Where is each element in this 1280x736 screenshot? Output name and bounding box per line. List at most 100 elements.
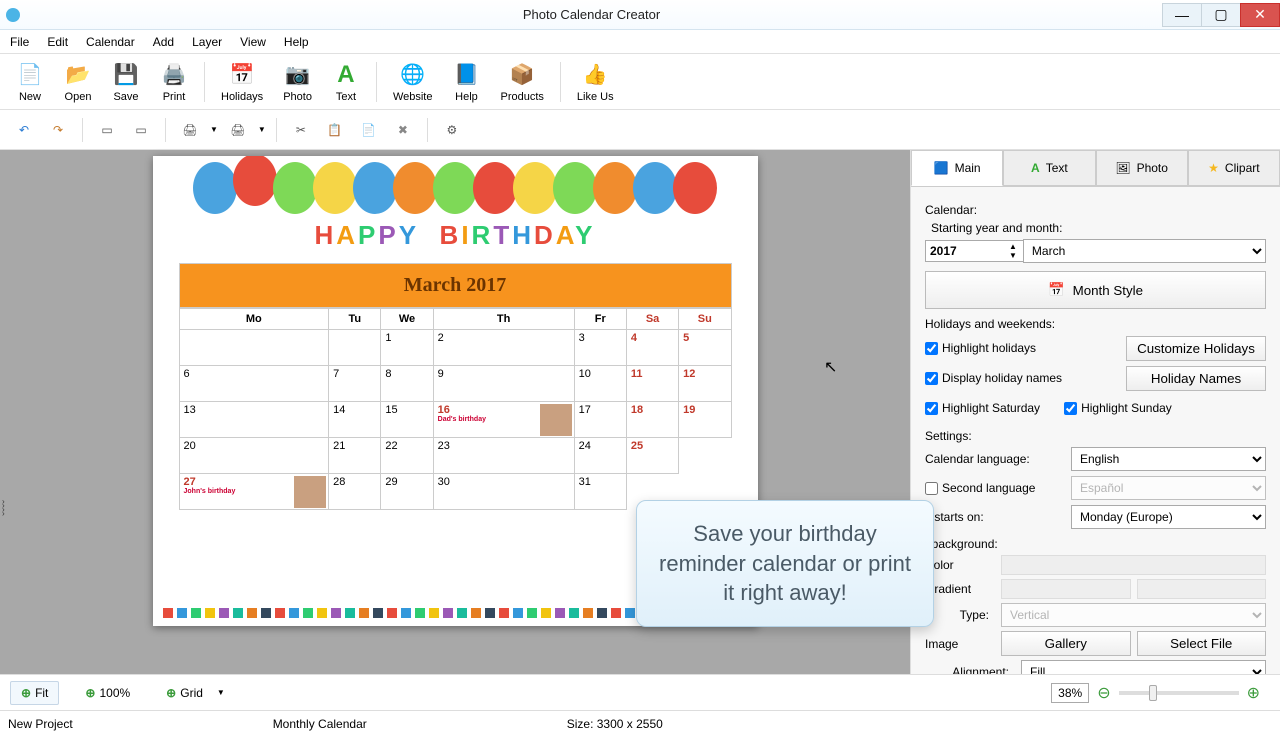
highlight-saturday-checkbox[interactable]	[925, 402, 938, 415]
plus-icon: ⊕	[166, 686, 176, 700]
print-icon: 🖨️	[160, 61, 188, 89]
color-label: Color	[925, 558, 995, 572]
open-button[interactable]: 📂Open	[56, 59, 100, 105]
holidays-button[interactable]: 📅Holidays	[213, 59, 271, 105]
zoom-out-button[interactable]: ⊖	[1097, 683, 1110, 703]
starting-label: Starting year and month:	[931, 221, 1266, 235]
display-holiday-names-checkbox[interactable]	[925, 372, 938, 385]
copy-button[interactable]: 📋	[321, 116, 349, 144]
new-button[interactable]: 📄New	[8, 59, 52, 105]
gallery-button[interactable]: Gallery	[1001, 631, 1131, 656]
tab-text[interactable]: AText	[1003, 150, 1095, 186]
save-button[interactable]: 💾Save	[104, 59, 148, 105]
background-section-label: t background:	[925, 537, 1266, 551]
calendar-month-header: March 2017	[179, 263, 732, 308]
menu-add[interactable]: Add	[149, 33, 178, 51]
zoom-value: 38%	[1051, 683, 1089, 703]
save-icon: 💾	[112, 61, 140, 89]
menu-view[interactable]: View	[236, 33, 270, 51]
calendar-icon: 📅	[1048, 282, 1065, 298]
cut-button[interactable]: ✂	[287, 116, 315, 144]
print-small-button[interactable]: 🖨	[176, 116, 204, 144]
maximize-button[interactable]: ▢	[1201, 3, 1241, 27]
app-icon	[6, 8, 20, 22]
page-next-button[interactable]: ▭	[127, 116, 155, 144]
settings-button[interactable]: ⚙	[438, 116, 466, 144]
gradient-label: Gradient	[925, 582, 995, 596]
zoom-toolbar: ⊕Fit ⊕100% ⊕Grid▼ 38% ⊖ ⊕	[0, 674, 1280, 710]
tab-clipart[interactable]: ★Clipart	[1188, 150, 1280, 186]
menu-help[interactable]: Help	[280, 33, 313, 51]
fit-button[interactable]: ⊕Fit	[10, 681, 59, 705]
holiday-names-button[interactable]: Holiday Names	[1126, 366, 1266, 391]
print-button[interactable]: 🖨️Print	[152, 59, 196, 105]
photo-button[interactable]: 📷Photo	[275, 59, 320, 105]
paste-button[interactable]: 📄	[355, 116, 383, 144]
zoom-100-button[interactable]: ⊕100%	[75, 682, 140, 704]
plus-icon: ⊕	[85, 686, 95, 700]
zoom-slider[interactable]	[1119, 691, 1239, 695]
alignment-select[interactable]: Fill	[1021, 660, 1266, 674]
customize-holidays-button[interactable]: Customize Holidays	[1126, 336, 1266, 361]
edit-toolbar: ↶ ↷ ▭ ▭ 🖨 ▼ 🖨 ▼ ✂ 📋 📄 ✖ ⚙	[0, 110, 1280, 150]
text-icon: A	[1031, 161, 1040, 175]
calendar-language-select[interactable]: English	[1071, 447, 1266, 471]
properties-panel: 🟦Main AText 🖼Photo ★Clipart Calendar: St…	[910, 150, 1280, 674]
website-button[interactable]: 🌐Website	[385, 59, 441, 105]
menu-calendar[interactable]: Calendar	[82, 33, 139, 51]
titlebar: Photo Calendar Creator — ▢ ✕	[0, 0, 1280, 30]
month-style-button[interactable]: 📅Month Style	[925, 271, 1266, 309]
menu-file[interactable]: File	[6, 33, 33, 51]
help-icon: 📘	[452, 61, 480, 89]
calendar-language-label: Calendar language:	[925, 452, 1065, 466]
tab-photo[interactable]: 🖼Photo	[1096, 150, 1188, 186]
undo-button[interactable]: ↶	[10, 116, 38, 144]
window-title: Photo Calendar Creator	[20, 7, 1163, 22]
redo-button[interactable]: ↷	[44, 116, 72, 144]
color-swatch[interactable]	[1001, 555, 1266, 575]
photo-icon: 🖼	[1115, 161, 1130, 175]
status-bar: New Project Monthly Calendar Size: 3300 …	[0, 710, 1280, 736]
products-button[interactable]: 📦Products	[492, 59, 551, 105]
open-icon: 📂	[64, 61, 92, 89]
tab-main[interactable]: 🟦Main	[911, 150, 1003, 186]
month-select[interactable]: March	[1023, 239, 1266, 263]
gradient-type-select: Vertical	[1001, 603, 1266, 627]
main-toolbar: 📄New 📂Open 💾Save 🖨️Print 📅Holidays 📷Phot…	[0, 54, 1280, 110]
select-file-button[interactable]: Select File	[1137, 631, 1267, 656]
calendar-type-status: Monthly Calendar	[273, 717, 367, 731]
week-starts-select[interactable]: Monday (Europe)	[1071, 505, 1266, 529]
ruler-handle[interactable]: ››››	[2, 500, 4, 516]
close-button[interactable]: ✕	[1240, 3, 1280, 27]
calendar-grid: MoTuWeThFrSaSu 12345678910111213141516Da…	[179, 308, 732, 510]
happy-birthday-title: HAPPY BIRTHDAY	[153, 220, 758, 251]
printer2-button[interactable]: 🖨	[224, 116, 252, 144]
gradient-type-label: Type:	[925, 608, 995, 622]
highlight-sunday-checkbox[interactable]	[1064, 402, 1077, 415]
plus-icon: ⊕	[21, 686, 31, 700]
minimize-button[interactable]: —	[1162, 3, 1202, 27]
size-status: Size: 3300 x 2550	[567, 717, 663, 731]
holidays-icon: 📅	[228, 61, 256, 89]
star-icon: ★	[1208, 161, 1219, 175]
second-language-select: Español	[1071, 476, 1266, 500]
page-prev-button[interactable]: ▭	[93, 116, 121, 144]
delete-button[interactable]: ✖	[389, 116, 417, 144]
gradient-swatch-2[interactable]	[1137, 579, 1267, 599]
help-button[interactable]: 📘Help	[444, 59, 488, 105]
menu-edit[interactable]: Edit	[43, 33, 72, 51]
week-starts-label: k starts on:	[925, 510, 1065, 524]
menu-layer[interactable]: Layer	[188, 33, 226, 51]
likeus-button[interactable]: 👍Like Us	[569, 59, 622, 105]
highlight-holidays-checkbox[interactable]	[925, 342, 938, 355]
alignment-label: Alignment:	[925, 665, 1015, 674]
second-language-checkbox[interactable]	[925, 482, 938, 495]
gradient-swatch-1[interactable]	[1001, 579, 1131, 599]
settings-section-label: Settings:	[925, 429, 1266, 443]
grid-toggle[interactable]: ⊕Grid▼	[156, 682, 235, 704]
zoom-in-button[interactable]: ⊕	[1247, 683, 1260, 703]
balloons-decoration	[153, 156, 758, 228]
products-icon: 📦	[508, 61, 536, 89]
text-button[interactable]: AText	[324, 59, 368, 105]
text-icon: A	[332, 61, 360, 89]
